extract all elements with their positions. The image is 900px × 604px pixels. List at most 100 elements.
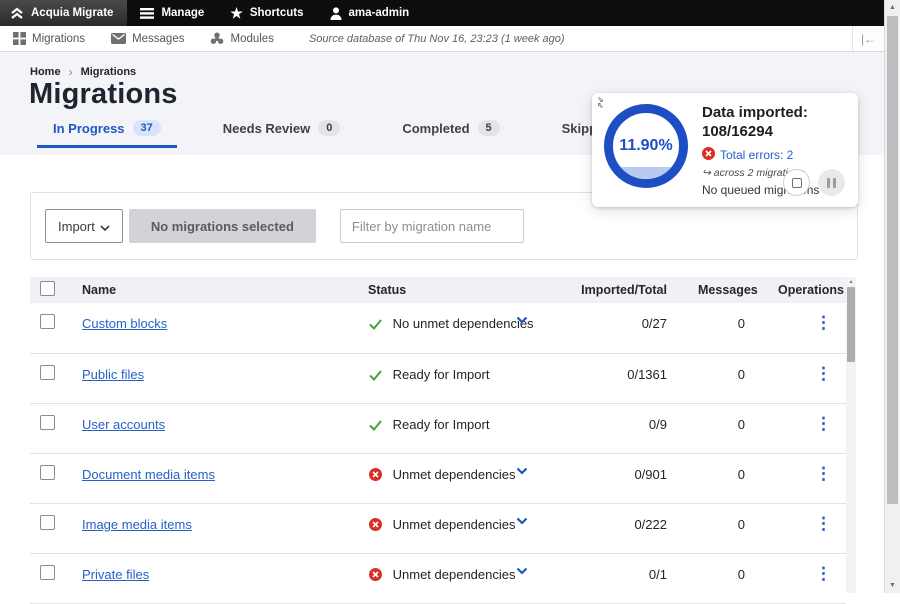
status-error-icon xyxy=(369,568,382,581)
page-scrollbar-thumb[interactable] xyxy=(887,16,898,504)
status-error-icon xyxy=(369,468,382,481)
import-progress-card: ⇘⇖ 11.90% Data imported: 108/16294 Total… xyxy=(592,93,858,207)
row-checkbox[interactable] xyxy=(40,415,55,430)
tab-completed[interactable]: Completed 5 xyxy=(396,120,505,148)
manage-menu-item[interactable]: Manage xyxy=(127,0,217,26)
status-expand-chevron[interactable] xyxy=(516,467,528,475)
status-text: Ready for Import xyxy=(393,417,490,432)
imported-total: 0/27 xyxy=(568,303,698,353)
breadcrumb: Home › Migrations xyxy=(30,65,136,79)
scroll-up-arrow-icon[interactable]: ▲ xyxy=(885,0,900,15)
page-title: Migrations xyxy=(29,78,178,111)
tab-needs-review[interactable]: Needs Review 0 xyxy=(217,120,347,148)
table-row: User accounts Ready for Import 0/9 0 ⋮ xyxy=(30,403,846,453)
row-checkbox[interactable] xyxy=(40,565,55,580)
tab-in-progress[interactable]: In Progress 37 xyxy=(47,120,167,148)
breadcrumb-home[interactable]: Home xyxy=(30,66,61,78)
selection-status-button: No migrations selected xyxy=(129,209,316,243)
status-expand-chevron[interactable] xyxy=(516,517,528,525)
stop-import-button[interactable] xyxy=(783,169,810,196)
stop-icon xyxy=(792,178,802,188)
shortcuts-menu-item[interactable]: ★ Shortcuts xyxy=(217,0,316,26)
status-ok-icon xyxy=(369,370,382,381)
hamburger-icon xyxy=(140,8,154,19)
messages-count: 0 xyxy=(698,553,778,603)
messages-count: 0 xyxy=(698,353,778,403)
header-operations: Operations xyxy=(778,277,846,303)
toolbar-item-migrations[interactable]: Migrations xyxy=(0,26,98,51)
messages-count: 0 xyxy=(698,453,778,503)
status-ok-icon xyxy=(369,420,382,431)
breadcrumb-migrations[interactable]: Migrations xyxy=(81,66,137,78)
operations-kebab-button[interactable]: ⋮ xyxy=(815,313,832,332)
row-checkbox[interactable] xyxy=(40,365,55,380)
imported-total: 0/9 xyxy=(568,403,698,453)
header-messages: Messages xyxy=(698,277,778,303)
operations-kebab-button[interactable]: ⋮ xyxy=(815,414,832,433)
pause-import-button[interactable] xyxy=(818,169,845,196)
toolbar-collapse-button[interactable]: |← xyxy=(852,26,884,51)
tab-label: In Progress xyxy=(53,121,125,136)
operations-kebab-button[interactable]: ⋮ xyxy=(815,364,832,383)
breadcrumb-separator: › xyxy=(69,65,73,79)
imported-total: 0/1361 xyxy=(568,353,698,403)
secondary-toolbar: Migrations Messages Modules Source datab… xyxy=(0,26,884,52)
migration-link[interactable]: Custom blocks xyxy=(82,316,167,331)
total-errors-link[interactable]: Total errors: 2 xyxy=(702,147,852,163)
operations-kebab-button[interactable]: ⋮ xyxy=(815,464,832,483)
import-dropdown-button[interactable]: Import xyxy=(45,209,123,243)
imported-total: 0/222 xyxy=(568,503,698,553)
tab-count-badge: 0 xyxy=(318,120,340,136)
tab-label: Completed xyxy=(402,121,469,136)
status-text: Unmet dependencies xyxy=(393,567,516,582)
scroll-down-arrow-icon[interactable]: ▼ xyxy=(885,578,900,593)
select-all-checkbox[interactable] xyxy=(40,281,55,296)
migration-link[interactable]: Image media items xyxy=(82,517,192,532)
user-account-menu-item[interactable]: ama-admin xyxy=(317,0,423,26)
header-name: Name xyxy=(80,277,368,303)
messages-count: 0 xyxy=(698,403,778,453)
page-scrollbar[interactable]: ▲ ▼ xyxy=(884,0,900,593)
operations-kebab-button[interactable]: ⋮ xyxy=(815,514,832,533)
migrations-tbody: Custom blocks No unmet dependencies 0/27… xyxy=(30,303,846,603)
operations-kebab-button[interactable]: ⋮ xyxy=(815,564,832,583)
return-arrow-icon: ↪ xyxy=(702,167,711,179)
status-ok-icon xyxy=(369,319,382,330)
migration-link[interactable]: Private files xyxy=(82,567,149,582)
tab-count-badge: 37 xyxy=(133,120,161,136)
tab-label: Needs Review xyxy=(223,121,310,136)
username-label: ama-admin xyxy=(349,7,410,19)
resize-handle-icon[interactable]: ⇘⇖ xyxy=(597,97,604,109)
migration-filter-input[interactable] xyxy=(340,209,524,243)
envelope-icon xyxy=(111,33,126,44)
donut-fill xyxy=(613,167,679,179)
progress-donut: 11.90% xyxy=(604,104,688,188)
status-error-icon xyxy=(369,518,382,531)
messages-count: 0 xyxy=(698,503,778,553)
toolbar-item-messages[interactable]: Messages xyxy=(98,26,197,51)
table-header-row: Name Status Imported/Total Messages Oper… xyxy=(30,277,846,303)
star-icon: ★ xyxy=(230,6,243,20)
migration-link[interactable]: User accounts xyxy=(82,417,165,432)
status-expand-chevron[interactable] xyxy=(516,567,528,575)
error-icon xyxy=(702,147,715,163)
scroll-up-arrow-icon[interactable]: ▲ xyxy=(846,279,856,285)
migration-link[interactable]: Document media items xyxy=(82,467,215,482)
total-errors-label: Total errors: 2 xyxy=(720,148,793,162)
grid-icon xyxy=(13,32,26,45)
chevron-down-icon xyxy=(100,219,110,234)
table-scrollbar-thumb[interactable] xyxy=(847,287,855,362)
row-checkbox[interactable] xyxy=(40,314,55,329)
migration-link[interactable]: Public files xyxy=(82,367,144,382)
row-checkbox[interactable] xyxy=(40,465,55,480)
admin-toolbar: Acquia Migrate Manage ★ Shortcuts ama-ad… xyxy=(0,0,884,26)
manage-label: Manage xyxy=(161,7,204,19)
data-imported-title: Data imported: xyxy=(702,103,852,122)
messages-label: Messages xyxy=(132,33,184,45)
acquia-migrate-brand[interactable]: Acquia Migrate xyxy=(0,0,127,26)
toolbar-item-modules[interactable]: Modules xyxy=(197,26,286,51)
table-scrollbar[interactable]: ▲ xyxy=(846,277,856,593)
status-text: Unmet dependencies xyxy=(393,517,516,532)
row-checkbox[interactable] xyxy=(40,515,55,530)
status-expand-chevron[interactable] xyxy=(516,316,528,324)
